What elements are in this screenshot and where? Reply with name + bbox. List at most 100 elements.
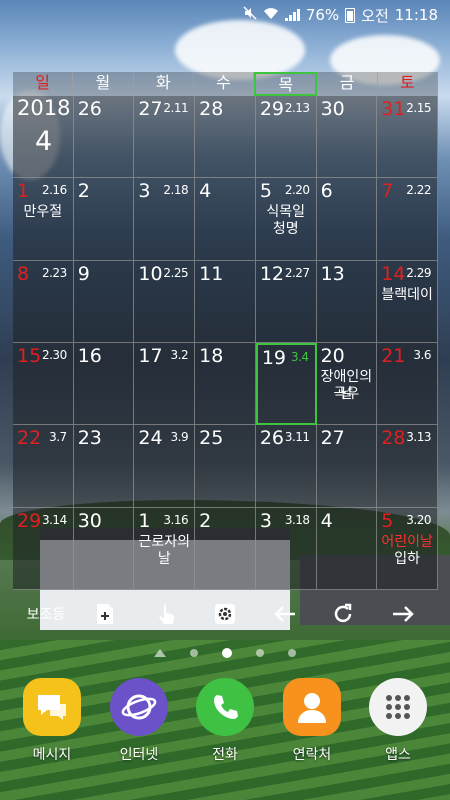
day-number: 13	[320, 262, 345, 285]
day-cell[interactable]: 29 2.13	[255, 96, 317, 179]
settings-button[interactable]	[208, 595, 242, 633]
holiday-label: 만우절	[23, 204, 63, 221]
day-cell[interactable]: 26 3.11	[255, 425, 317, 508]
day-cell[interactable]: 15 2.30	[13, 343, 74, 426]
day-number: 5	[381, 509, 394, 532]
page-dot[interactable]	[288, 649, 296, 657]
day-cell[interactable]: 16	[73, 343, 135, 426]
day-cell[interactable]: 3 2.18	[134, 178, 196, 261]
day-cell[interactable]: 27	[316, 425, 378, 508]
day-cell[interactable]: 1 2.16 만우절	[13, 178, 74, 261]
next-month-button[interactable]	[386, 595, 420, 633]
day-cell[interactable]: 1 3.16 근로자의날	[134, 507, 196, 590]
day-number: 21	[381, 345, 406, 367]
day-number: 6	[320, 180, 333, 203]
day-cell[interactable]: 6	[316, 178, 378, 261]
day-cell[interactable]: 4	[316, 507, 378, 590]
weekday-label: 화	[134, 72, 194, 96]
day-number: 10	[138, 262, 163, 285]
day-cell[interactable]: 3 3.18	[255, 507, 317, 590]
app-apps[interactable]: 앱스	[358, 678, 438, 764]
page-dot[interactable]	[256, 649, 264, 657]
day-cell[interactable]: 28	[195, 96, 256, 179]
day-number: 24	[138, 427, 163, 450]
holiday-label: 근로자의날	[138, 533, 191, 567]
day-cell[interactable]: 22 3.7	[13, 425, 74, 508]
day-cell[interactable]: 29 3.14	[13, 507, 74, 590]
day-cell[interactable]: 17 3.2	[134, 343, 196, 426]
clock: 11:18	[394, 6, 438, 24]
arrow-right-icon	[393, 606, 414, 622]
day-number: 9	[77, 262, 90, 285]
holiday-label: 어린이날	[381, 533, 433, 550]
day-cell[interactable]: 30	[73, 507, 135, 590]
day-cell[interactable]: 23	[73, 425, 135, 508]
wifi-icon	[263, 7, 279, 24]
prev-month-button[interactable]	[268, 595, 302, 633]
day-cell[interactable]: 8 2.23	[13, 260, 74, 343]
day-number: 26	[77, 98, 102, 120]
add-note-button[interactable]	[88, 595, 122, 633]
day-cell[interactable]: 11	[195, 260, 256, 343]
calendar-grid: 2018 4 26 27 2.11 28 29 2.13 30 31 2.15 1 2.16 만우절 2 3 2…	[13, 96, 438, 590]
day-cell[interactable]: 10 2.25	[134, 260, 196, 343]
day-cell[interactable]: 31 2.15	[377, 96, 438, 179]
day-cell[interactable]: 14 2.29 블랙데이	[377, 260, 438, 343]
ampm: 오전	[361, 6, 389, 25]
day-cell[interactable]: 2	[195, 507, 256, 590]
weekday-label: 금	[317, 72, 378, 96]
calendar-widget[interactable]: 일월화수목금토 2018 4 26 27 2.11 28 29 2.13 30 31 2.15 1 2.…	[13, 72, 438, 590]
lunar-date: 3.20	[406, 512, 431, 527]
day-cell[interactable]: 18	[195, 343, 256, 426]
day-cell[interactable]: 7 2.22	[377, 178, 438, 261]
solar-term-label: 청명	[272, 221, 299, 238]
lunar-date: 3.7	[49, 430, 67, 445]
app-messages[interactable]: 메시지	[12, 678, 92, 764]
day-number: 3	[138, 180, 151, 203]
lunar-date: 2.20	[284, 183, 310, 198]
app-phone[interactable]: 전화	[185, 678, 265, 764]
app-contacts[interactable]: 연락처	[272, 678, 352, 764]
app-internet[interactable]: 인터넷	[99, 678, 179, 764]
sub-light-button[interactable]: 보조등	[22, 595, 70, 633]
page-indicator[interactable]	[0, 643, 450, 663]
lunar-date: 2.18	[163, 183, 189, 198]
day-cell[interactable]: 5 3.20 어린이날 입하	[377, 507, 438, 590]
day-number: 27	[138, 98, 163, 120]
year-label: 2018	[17, 96, 71, 120]
messages-icon	[23, 678, 81, 736]
home-page-icon[interactable]	[154, 649, 166, 657]
day-number: 1	[17, 180, 30, 203]
weekday-label: 토	[378, 72, 438, 96]
lunar-date: 3.11	[284, 430, 310, 445]
solar-term-label: 곡우	[333, 386, 360, 402]
page-dot-active[interactable]	[222, 648, 232, 658]
day-number: 16	[77, 345, 102, 367]
day-cell[interactable]: 27 2.11	[134, 96, 196, 179]
internet-icon	[110, 678, 168, 736]
day-number: 2	[77, 180, 90, 203]
day-cell[interactable]: 26	[73, 96, 135, 179]
day-cell[interactable]: 5 2.20 식목일 청명	[255, 178, 317, 261]
weekday-label: 월	[73, 72, 134, 96]
lunar-date: 3.18	[284, 512, 310, 527]
day-cell[interactable]: 4	[195, 178, 256, 261]
app-label: 메시지	[32, 747, 72, 763]
day-cell[interactable]: 28 3.13	[377, 425, 438, 508]
app-label: 전화	[212, 747, 238, 763]
day-cell[interactable]: 20 장애인의날 곡우	[316, 343, 378, 426]
page-dot[interactable]	[190, 649, 198, 657]
day-cell[interactable]: 24 3.9	[134, 425, 196, 508]
day-cell[interactable]: 25	[195, 425, 256, 508]
day-cell[interactable]: 2018 4	[13, 96, 74, 179]
day-cell[interactable]: 21 3.6	[377, 343, 438, 426]
day-cell[interactable]: 9	[73, 260, 135, 343]
day-cell-today[interactable]: 19 3.4	[255, 343, 317, 426]
day-cell[interactable]: 13	[316, 260, 378, 343]
touch-button[interactable]	[150, 595, 184, 633]
day-cell[interactable]: 2	[73, 178, 135, 261]
refresh-button[interactable]	[326, 595, 360, 633]
day-cell[interactable]: 30	[316, 96, 378, 179]
day-cell[interactable]: 12 2.27	[255, 260, 317, 343]
day-number: 28	[381, 427, 406, 450]
